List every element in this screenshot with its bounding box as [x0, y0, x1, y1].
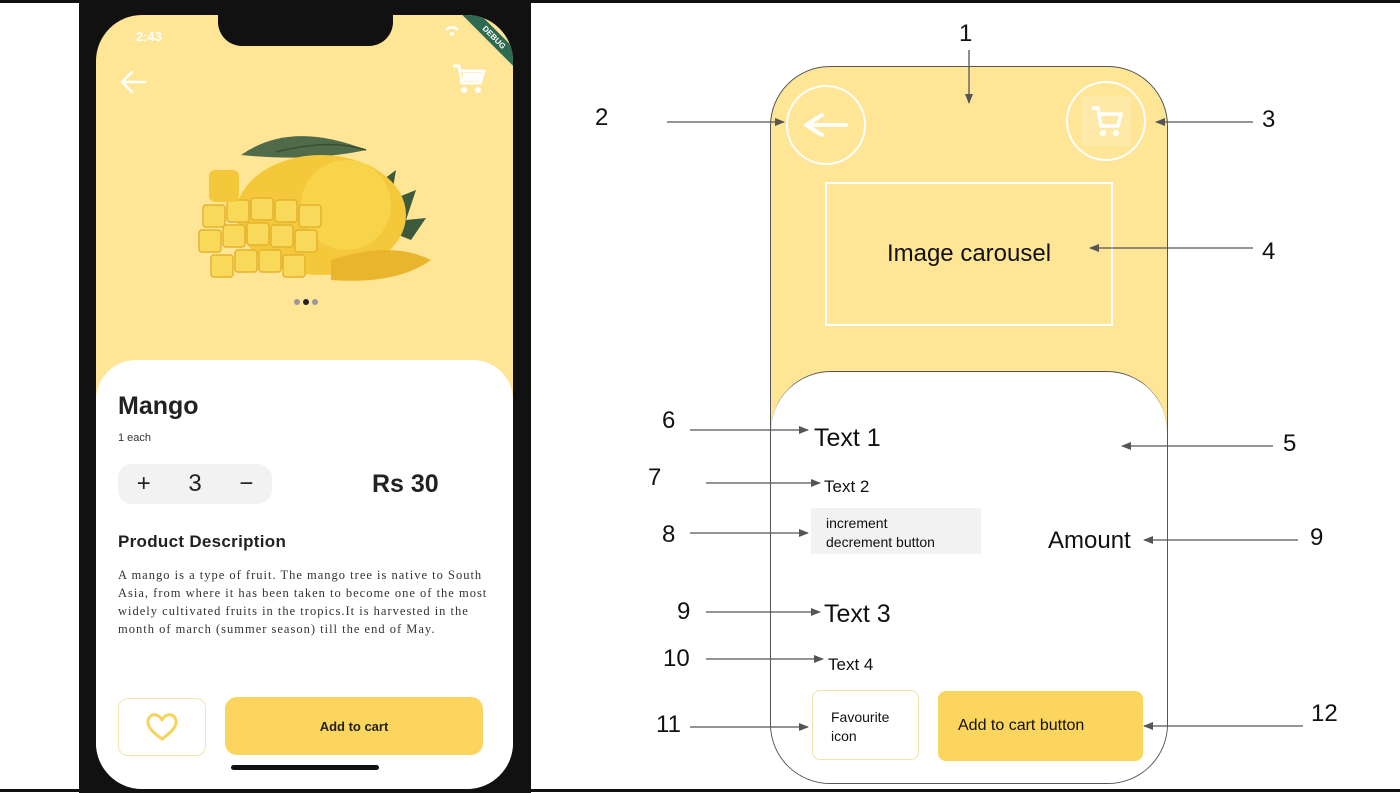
annotation-arrows: [667, 50, 1303, 731]
bottom-divider: [0, 789, 1400, 792]
